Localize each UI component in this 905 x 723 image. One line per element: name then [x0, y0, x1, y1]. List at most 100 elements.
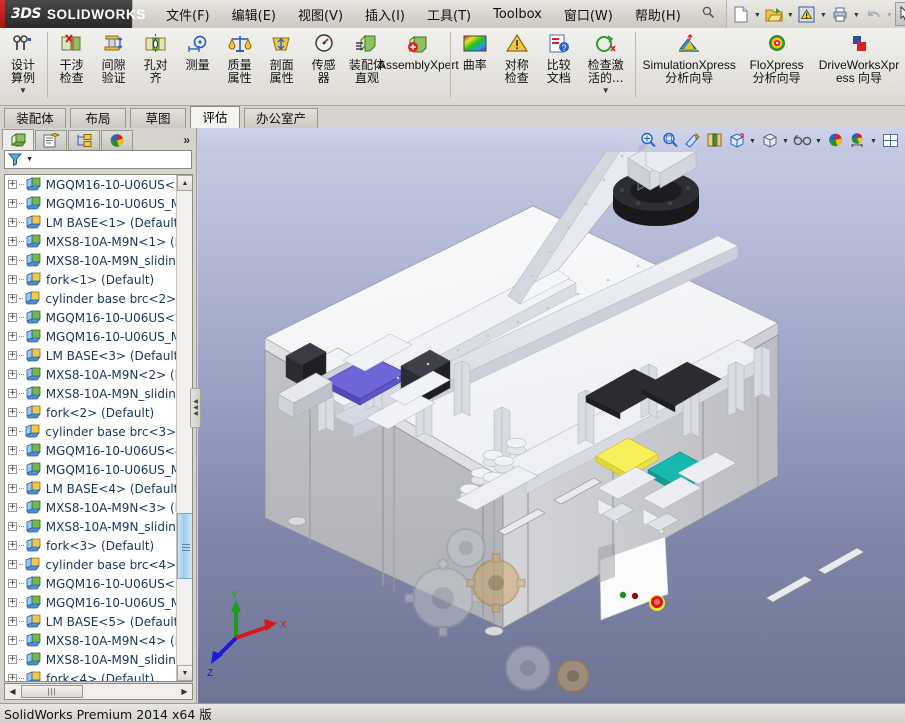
feature-tree-node[interactable]: + MGQM16-10-U06US<4: [5, 441, 177, 460]
tab-office-products[interactable]: 办公室产品 [244, 108, 318, 145]
expand-node-icon[interactable]: + [8, 294, 17, 303]
feature-tree-node[interactable]: + fork<3> (Default) [5, 536, 177, 555]
expand-node-icon[interactable]: + [8, 218, 17, 227]
open-document-dropdown-arrow[interactable]: ▼ [785, 2, 796, 26]
expand-node-icon[interactable]: + [8, 370, 17, 379]
apply-scene-icon[interactable] [846, 130, 868, 151]
viewport-layout-icon[interactable] [879, 130, 901, 151]
menu-edit[interactable]: 编辑(E) [221, 3, 287, 26]
tab-assembly[interactable]: 装配体 [4, 108, 66, 128]
feature-tree-node[interactable]: + MGQM16-10-U06US_M( [5, 593, 177, 612]
feature-tree-node[interactable]: + cylinder base brc<3> (D [5, 422, 177, 441]
configuration-manager-tab[interactable] [68, 130, 100, 150]
ribbon-driveworksxpress[interactable]: DriveWorksXpress 向导 [813, 28, 905, 104]
scroll-up-button[interactable]: ▲ [177, 175, 192, 191]
feature-tree-node[interactable]: + cylinder base brc<2> (D [5, 289, 177, 308]
zoom-to-area-icon[interactable] [659, 130, 681, 151]
expand-node-icon[interactable]: + [8, 636, 17, 645]
feature-tree-node[interactable]: + LM BASE<5> (Default) [5, 612, 177, 631]
filter-dropdown-arrow-icon[interactable]: ▼ [26, 156, 33, 163]
expand-node-icon[interactable]: + [8, 275, 17, 284]
ribbon-curvature[interactable]: 曲率 [454, 28, 496, 104]
ribbon-section-properties[interactable]: 剖面属性 [261, 28, 303, 104]
feature-tree-node[interactable]: + MGQM16-10-U06US_M( [5, 327, 177, 346]
ribbon-symmetry-check[interactable]: 对称检查 [496, 28, 538, 104]
hide-show-dropdown-arrow[interactable]: ▼ [780, 130, 791, 151]
expand-node-icon[interactable]: + [8, 332, 17, 341]
feature-tree-node[interactable]: + MXS8-10A-M9N<1> (M [5, 232, 177, 251]
view-settings-glasses-icon[interactable] [791, 130, 813, 151]
feature-tree-node[interactable]: + MXS8-10A-M9N_sliding [5, 384, 177, 403]
feature-tree-node[interactable]: + MGQM16-10-U06US<1: [5, 175, 177, 194]
expand-node-icon[interactable]: + [8, 313, 17, 322]
pin-icon[interactable] [700, 5, 718, 23]
scrollbar-thumb[interactable] [177, 513, 192, 579]
new-document-icon[interactable] [730, 2, 752, 26]
ribbon-hole-alignment[interactable]: 孔对齐 [135, 28, 177, 104]
menu-tools[interactable]: 工具(T) [416, 3, 482, 26]
tab-sketch[interactable]: 草图 [130, 108, 186, 128]
graphics-viewport[interactable]: Y X Z ▼ ▼ ▼ ▼ [198, 128, 905, 703]
feature-tree-node[interactable]: + fork<2> (Default) [5, 403, 177, 422]
expand-node-icon[interactable]: + [8, 237, 17, 246]
feature-tree-node[interactable]: + MGQM16-10-U06US_M( [5, 460, 177, 479]
expand-node-icon[interactable]: + [8, 617, 17, 626]
feature-tree-node[interactable]: + MGQM16-10-U06US<2: [5, 308, 177, 327]
chevron-down-icon[interactable]: ▼ [602, 86, 610, 95]
feature-tree-node[interactable]: + fork<1> (Default) [5, 270, 177, 289]
expand-node-icon[interactable]: + [8, 560, 17, 569]
view-orientation-icon[interactable] [703, 130, 725, 151]
expand-node-icon[interactable]: + [8, 427, 17, 436]
scroll-down-button[interactable]: ▼ [177, 665, 192, 681]
feature-tree-vertical-scrollbar[interactable]: ▲ ▼ [176, 175, 192, 681]
expand-node-icon[interactable]: + [8, 674, 17, 681]
ribbon-check-active[interactable]: 检查激活的... ▼ [580, 28, 632, 104]
chevron-down-icon[interactable]: ▼ [19, 86, 27, 95]
menu-help[interactable]: 帮助(H) [624, 3, 692, 26]
expand-node-icon[interactable]: + [8, 503, 17, 512]
view-settings-dropdown-arrow[interactable]: ▼ [813, 130, 824, 151]
expand-node-icon[interactable]: + [8, 199, 17, 208]
menu-view[interactable]: 视图(V) [287, 3, 354, 26]
feature-tree-node[interactable]: + MXS8-10A-M9N_sliding [5, 251, 177, 270]
scroll-left-button[interactable]: ◀ [5, 687, 20, 696]
hide-show-items-icon[interactable] [758, 130, 780, 151]
feature-tree-node[interactable]: + MXS8-10A-M9N_sliding [5, 517, 177, 536]
section-view-icon[interactable] [681, 130, 703, 151]
undo-icon[interactable] [862, 2, 884, 26]
scroll-right-button[interactable]: ▶ [177, 687, 192, 696]
rebuild-icon[interactable] [796, 2, 818, 26]
feature-tree-node[interactable]: + MXS8-10A-M9N_sliding [5, 650, 177, 669]
display-style-icon[interactable] [725, 130, 747, 151]
feature-tree-filter[interactable]: ▼ [4, 150, 192, 169]
feature-tree-node[interactable]: + MGQM16-10-U06US<5: [5, 574, 177, 593]
feature-tree-node[interactable]: + fork<4> (Default) [5, 669, 177, 681]
new-document-dropdown-arrow[interactable]: ▼ [752, 2, 763, 26]
hscrollbar-thumb[interactable]: ||| [21, 685, 83, 698]
print-dropdown-arrow[interactable]: ▼ [851, 2, 862, 26]
expand-node-icon[interactable]: + [8, 484, 17, 493]
ribbon-design-study[interactable]: 设计算例 ▼ [2, 28, 44, 104]
ribbon-mass-properties[interactable]: 质量属性 [219, 28, 261, 104]
panel-splitter-handle[interactable]: ◀ ◀ ◀ [190, 388, 201, 428]
feature-tree-node[interactable]: + MGQM16-10-U06US_M( [5, 194, 177, 213]
expand-node-icon[interactable]: + [8, 541, 17, 550]
feature-tree[interactable]: + MGQM16-10-U06US<1: + MGQM16-10-U06US_M(+ L… [4, 174, 193, 682]
feature-manager-tab[interactable] [2, 129, 34, 150]
print-icon[interactable] [829, 2, 851, 26]
feature-tree-node[interactable]: + MXS8-10A-M9N<2> (M [5, 365, 177, 384]
feature-tree-node[interactable]: + MXS8-10A-M9N<4> (M [5, 631, 177, 650]
feature-tree-horizontal-scrollbar[interactable]: ◀ ||| ▶ [4, 683, 193, 700]
feature-tree-node[interactable]: + LM BASE<3> (Default) [5, 346, 177, 365]
rebuild-dropdown-arrow[interactable]: ▼ [818, 2, 829, 26]
menu-file[interactable]: 文件(F) [155, 3, 221, 26]
expand-node-icon[interactable]: + [8, 446, 17, 455]
ribbon-clearance-verification[interactable]: 间隙验证 [93, 28, 135, 104]
apply-scene-dropdown-arrow[interactable]: ▼ [868, 130, 879, 151]
ribbon-interference-detection[interactable]: 干涉检查 [51, 28, 93, 104]
feature-tree-node[interactable]: + LM BASE<4> (Default) [5, 479, 177, 498]
expand-node-icon[interactable]: + [8, 655, 17, 664]
menu-toolbox[interactable]: Toolbox [482, 5, 553, 24]
ribbon-floxpress[interactable]: FloXpress 分析向导 [740, 28, 813, 104]
tab-evaluate[interactable]: 评估 [190, 106, 240, 128]
